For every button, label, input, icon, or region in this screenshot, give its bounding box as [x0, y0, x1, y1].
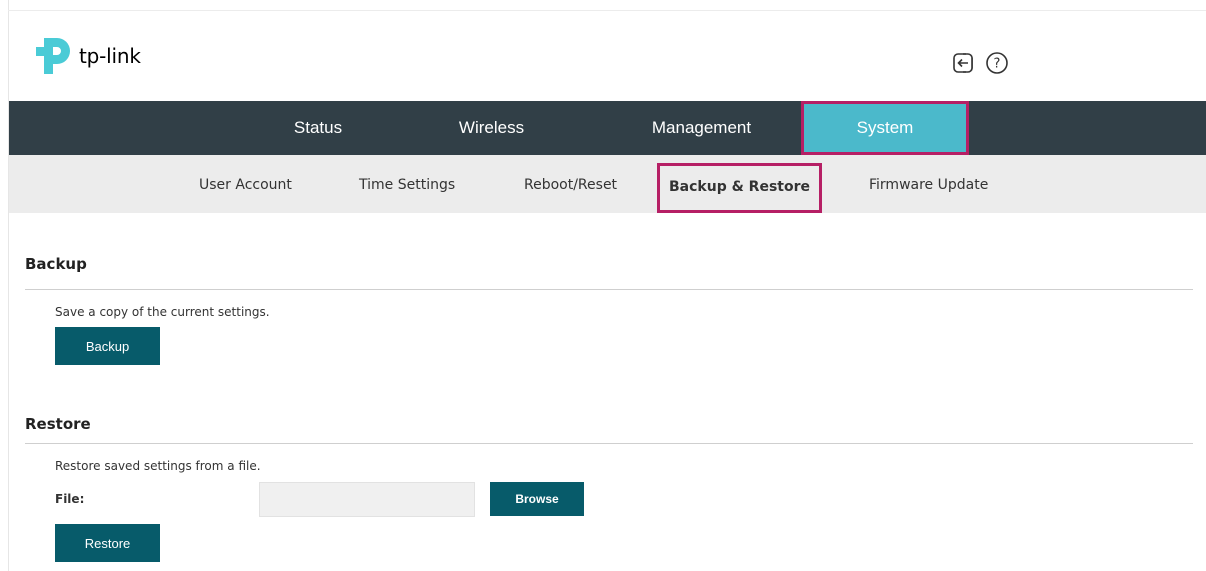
subnav-time-settings[interactable]: Time Settings: [359, 155, 455, 213]
tp-link-logo-icon: [36, 38, 70, 74]
svg-text:?: ?: [994, 57, 1001, 72]
header: tp-link ?: [9, 11, 1206, 101]
backup-button[interactable]: Backup: [55, 327, 160, 365]
backup-divider: [25, 289, 1193, 290]
subnav-firmware-update[interactable]: Firmware Update: [869, 155, 988, 213]
tab-status[interactable]: Status: [263, 101, 373, 155]
restore-description: Restore saved settings from a file.: [55, 459, 261, 473]
backup-description: Save a copy of the current settings.: [55, 305, 270, 319]
restore-section-title: Restore: [25, 415, 91, 433]
top-nav: Status Wireless Management System: [9, 101, 1206, 155]
sub-nav: User Account Time Settings Reboot/Reset …: [9, 155, 1206, 213]
help-icon[interactable]: ?: [985, 51, 1009, 75]
tab-management[interactable]: Management: [609, 101, 794, 155]
restore-button[interactable]: Restore: [55, 524, 160, 562]
logout-icon[interactable]: [951, 51, 975, 75]
brand-logo[interactable]: tp-link: [35, 37, 141, 75]
file-label: File:: [55, 492, 85, 506]
subnav-user-account[interactable]: User Account: [199, 155, 292, 213]
tab-wireless[interactable]: Wireless: [429, 101, 554, 155]
subnav-backup-restore[interactable]: Backup & Restore: [657, 163, 822, 213]
subnav-reboot-reset[interactable]: Reboot/Reset: [524, 155, 617, 213]
brand-name: tp-link: [79, 44, 141, 68]
backup-section-title: Backup: [25, 255, 87, 273]
browse-button[interactable]: Browse: [490, 482, 584, 516]
restore-divider: [25, 443, 1193, 444]
file-path-input[interactable]: [259, 482, 475, 517]
tab-system[interactable]: System: [801, 101, 969, 155]
